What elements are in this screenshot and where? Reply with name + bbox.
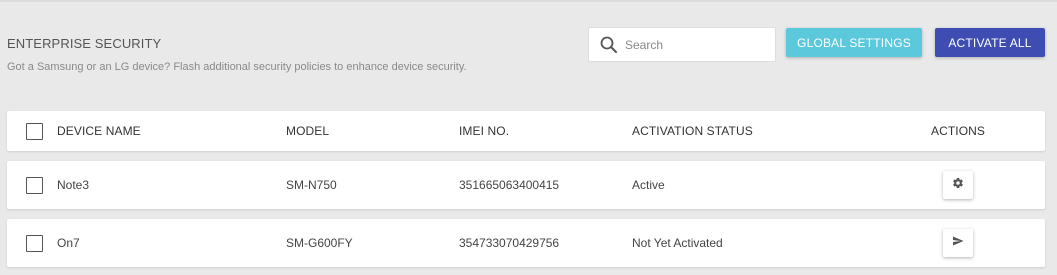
device-name-cell: Note3 [57,178,90,192]
column-header-device-name[interactable]: DEVICE NAME [57,111,141,151]
send-activation-button[interactable] [943,229,973,257]
status-cell: Not Yet Activated [632,236,723,250]
page-header: ENTERPRISE SECURITY Got a Samsung or an … [7,36,467,73]
search-box[interactable] [588,27,776,62]
top-divider [0,0,1057,2]
column-header-actions: ACTIONS [931,124,986,138]
search-input[interactable] [625,37,765,52]
status-cell: Active [632,178,665,192]
column-header-imei[interactable]: IMEI NO. [459,111,509,151]
row-checkbox[interactable] [26,176,43,194]
global-settings-button[interactable]: GLOBAL SETTINGS [786,28,922,57]
column-header-activation-status[interactable]: ACTIVATION STATUS [632,111,753,151]
device-settings-button[interactable] [943,171,973,199]
row-checkbox-cell [26,161,43,209]
page-title: ENTERPRISE SECURITY [7,36,162,51]
search-icon [599,35,619,55]
activate-all-button[interactable]: ACTIVATE ALL [935,28,1045,57]
gear-icon [952,176,964,194]
device-name-cell: On7 [57,236,80,250]
page-subtitle: Got a Samsung or an LG device? Flash add… [7,61,467,73]
table-row: Note3 SM-N750 351665063400415 Active [7,161,1045,209]
imei-cell: 354733070429756 [459,236,560,250]
select-all-checkbox[interactable] [26,122,43,140]
row-checkbox[interactable] [26,234,43,252]
imei-cell: 351665063400415 [459,178,560,192]
column-header-model[interactable]: MODEL [286,111,329,151]
model-cell: SM-N750 [286,178,337,192]
table-row: On7 SM-G600FY 354733070429756 Not Yet Ac… [7,219,1045,267]
send-icon [952,234,964,252]
table-header: DEVICE NAME MODEL IMEI NO. ACTIVATION ST… [7,111,1045,151]
select-all-cell [26,111,43,151]
model-cell: SM-G600FY [286,236,353,250]
row-checkbox-cell [26,219,43,267]
